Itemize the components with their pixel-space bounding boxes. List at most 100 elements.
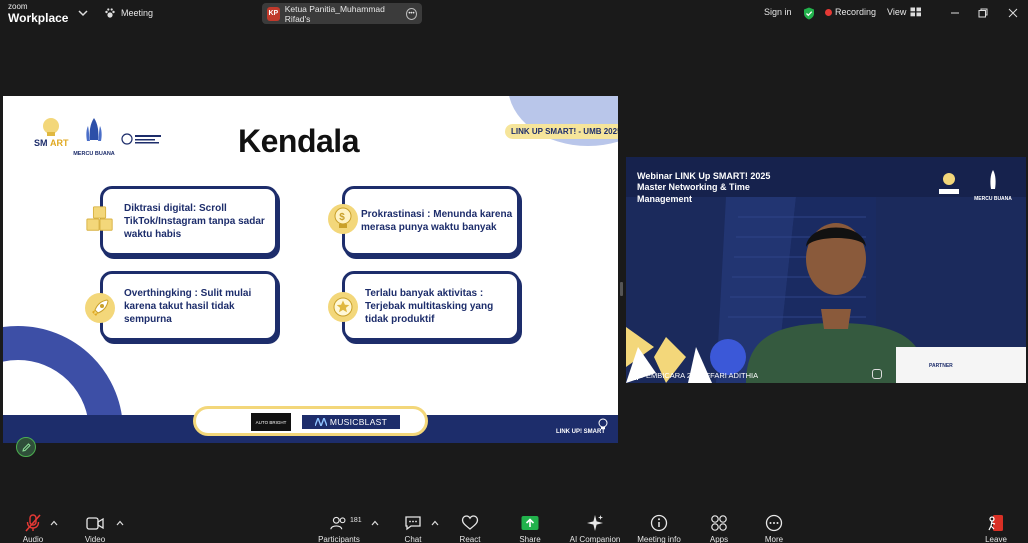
audio-label: Audio [22,535,44,543]
partner-label: PARTNER [929,363,953,369]
annotate-pencil-icon[interactable] [16,437,36,457]
recording-dot-icon [825,9,832,16]
video-smart-logo [939,173,959,194]
share-button[interactable]: Share [495,514,565,543]
video-background [626,197,1026,383]
musicblast-logo-icon [314,418,327,426]
participants-label: Participants [318,535,360,543]
sharer-avatar: KP [267,6,280,21]
participants-icon [330,514,348,532]
kendala-card-text: Diktrasi digital: Scroll TikTok/Instagra… [124,202,265,240]
musicblast-text: MUSICBLAST [329,417,388,427]
meeting-label: Meeting [121,8,154,18]
more-options-icon[interactable]: ••• [405,7,417,20]
kendala-card-1: Diktrasi digital: Scroll TikTok/Instagra… [100,186,278,256]
mercu-buana-emblem-icon [86,118,102,141]
meeting-button[interactable]: Meeting [104,7,153,19]
leave-icon [987,514,1005,532]
sponsor-musicblast: MUSICBLAST [302,415,400,429]
info-icon [650,514,668,532]
speaker-name-tag: PEMBICARA 2 - GIFFARI ADITHIA [628,371,758,380]
chat-label: Chat [404,535,422,543]
video-mercu-buana-logo: MERCU BUANA [970,169,1016,202]
top-bar: zoom Workplace Meeting KP Ketua Panitia_… [0,0,1028,28]
cubes-icon [85,204,115,234]
ai-companion-button[interactable]: AI Companion [560,514,630,543]
video-mb-emblem-icon [990,170,996,189]
recording-status[interactable]: Recording [835,7,876,17]
sparkle-icon [586,514,604,532]
brand-line-2: Workplace [8,11,69,25]
screen-share-indicator[interactable]: KP Ketua Panitia_Muhammad Rifad's ••• [262,3,422,24]
slide-title: Kendala [238,123,359,159]
apps-label: Apps [709,535,729,543]
svg-text:ART: ART [50,138,69,148]
minimize-icon[interactable] [948,6,962,20]
kendala-card-4: Terlalu banyak aktivitas : Terjebak mult… [342,271,520,341]
svg-text:SM: SM [34,138,48,148]
kendala-card-3: Overthingking : Sulit mulai karena takut… [100,271,278,341]
camera-icon [86,514,104,532]
sharer-name: Ketua Panitia_Muhammad Rifad's [284,3,385,24]
more-label: More [764,535,784,543]
video-title-line-1: Webinar LINK Up SMART! 2025 [637,171,771,181]
slide-tag: LINK UP SMART! - UMB 2025 [505,124,618,139]
video-caret-icon[interactable] [116,520,124,526]
react-label: React [459,535,481,543]
audio-caret-icon[interactable] [50,520,58,526]
mercu-buana-text: MERCU BUANA [73,151,115,157]
leave-label: Leave [985,535,1007,543]
share-label: Share [519,535,541,543]
apps-icon [710,514,728,532]
video-title-line-2: Master Networking & Time [637,182,750,193]
dollar-bulb-icon: $ [328,204,358,234]
ai-companion-label: AI Companion [569,535,621,543]
shared-slide: LINK UP SMART! - UMB 2025 SM ART MERCU B… [3,96,618,443]
link-up-smart-logo: SM ART [34,118,69,148]
faculty-logo [121,133,161,145]
view-label: View [887,7,907,17]
paw-icon [105,8,115,18]
signal-bars-icon [628,371,638,380]
video-options-icon[interactable] [872,369,882,379]
meeting-info-label: Meeting info [637,535,681,543]
chat-icon [404,514,422,532]
share-screen-icon [521,514,539,532]
video-mb-text: MERCU BUANA [974,196,1012,202]
video-title-line-3: Management [637,193,693,204]
chevron-down-icon[interactable] [77,7,89,19]
rocket-icon [85,293,115,323]
kendala-card-text: Terlalu banyak aktivitas : Terjebak mult… [365,287,494,325]
kendala-card-text: Prokrastinasi : Menunda karena merasa pu… [361,209,513,233]
more-button[interactable]: More [739,514,809,543]
participant-count: 181 [350,517,362,524]
leave-button[interactable]: Leave [961,514,1028,543]
close-icon[interactable] [1006,6,1020,20]
split-view-handle[interactable] [620,282,623,296]
video-button[interactable]: Video [60,514,130,543]
sponsor-bar: AUTO BRIGHT MUSICBLAST [193,406,428,436]
speaker-video-tile[interactable]: Webinar LINK Up SMART! 2025 Master Netwo… [626,157,1026,383]
participants-button[interactable]: Participants [304,514,374,543]
shield-icon[interactable] [803,7,815,20]
kendala-card-2: Prokrastinasi : Menunda karena merasa pu… [342,186,520,256]
view-button[interactable]: View [887,7,922,17]
zoom-logo: zoom Workplace [8,3,69,25]
video-label: Video [84,535,106,543]
sign-in-link[interactable]: Sign in [764,7,792,17]
muted-mic-icon [24,514,42,532]
more-icon [765,514,783,532]
heart-icon [461,514,479,532]
audio-button[interactable]: Audio [0,514,68,543]
view-grid-icon [910,7,922,17]
footer-bulb-icon [598,418,608,429]
video-webinar-title: Webinar LINK Up SMART! 2025 Master Netwo… [637,171,770,205]
star-icon [328,292,358,322]
svg-text:$: $ [339,212,345,223]
mercu-buana-logo: MERCU BUANA [70,116,118,157]
restore-icon[interactable] [976,6,990,20]
sponsor-auto-bright: AUTO BRIGHT [251,413,291,431]
meeting-toolbar: Audio Video Participants 181 Chat React … [0,507,1028,543]
kendala-card-text: Overthingking : Sulit mulai karena takut… [124,287,252,325]
speaker-name: PEMBICARA 2 - GIFFARI ADITHIA [641,371,759,380]
